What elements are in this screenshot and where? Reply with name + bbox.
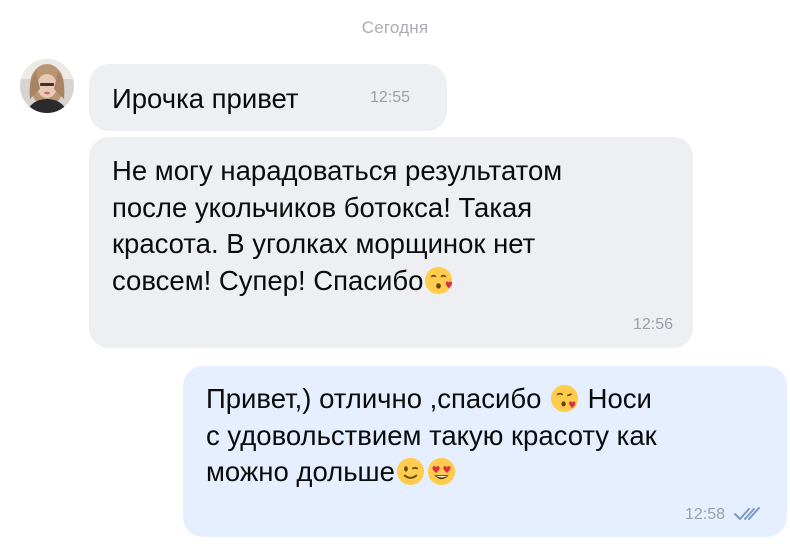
kissing-face-with-heart-emoji: [425, 266, 453, 294]
message-line-text: Привет,) отлично ,спасибо: [206, 383, 549, 414]
avatar-photo-icon: [20, 59, 74, 113]
message-text: Не могу нарадоваться результатом после у…: [112, 153, 562, 299]
read-double-check-icon: [734, 507, 760, 520]
date-separator: Сегодня: [361, 18, 429, 37]
incoming-message-bubble[interactable]: Не могу нарадоваться результатом после у…: [89, 137, 693, 348]
message-timestamp: 12:58: [684, 506, 725, 523]
outgoing-message-bubble[interactable]: Привет,) отлично ,спасибо Носи с удоволь…: [183, 366, 787, 537]
contact-avatar[interactable]: [20, 59, 74, 113]
message-line: Привет,) отлично ,спасибо Носи: [206, 381, 657, 418]
message-line-text: совсем! Супер! Спасибо: [112, 264, 424, 296]
message-line: можно дольше: [206, 454, 657, 491]
message-line: Не могу нарадоваться результатом: [112, 155, 563, 186]
winking-face-emoji: [396, 457, 424, 486]
message-line-text: Носи: [580, 383, 652, 414]
message-line: совсем! Супер! Спасибо: [112, 263, 562, 300]
message-text: Привет,) отлично ,спасибо Носи с удоволь…: [206, 381, 657, 491]
heart-eyes-emoji: [427, 457, 455, 486]
message-line: с удовольствием такую красоту как: [206, 419, 657, 451]
message-line-text: можно дольше: [206, 456, 395, 487]
message-text: Ирочка привет: [112, 83, 299, 114]
face-blowing-kiss-emoji: [550, 384, 579, 413]
message-line: красота. В уголках морщинок нет: [112, 228, 536, 259]
message-timestamp: 12:56: [632, 316, 673, 333]
message-timestamp: 12:55: [370, 89, 411, 106]
incoming-message-bubble[interactable]: Ирочка привет 12:55: [89, 64, 447, 131]
message-line: после укольчиков ботокса! Такая: [112, 191, 533, 223]
